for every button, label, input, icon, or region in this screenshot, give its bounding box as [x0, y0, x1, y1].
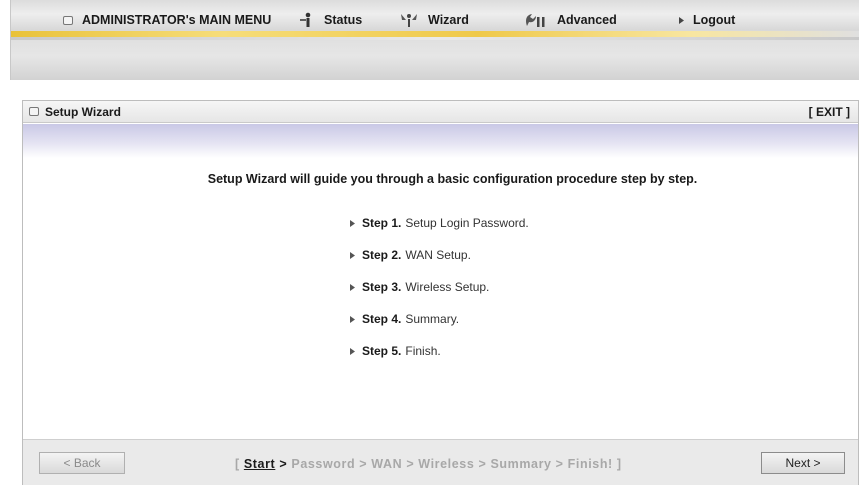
step-text: Finish.: [405, 344, 441, 358]
list-item: Step 5. Finish.: [350, 343, 529, 359]
panel-title: Setup Wizard: [29, 105, 121, 119]
setup-wizard-panel: Setup Wizard [ EXIT ] Setup Wizard will …: [22, 100, 859, 485]
progress-remaining-steps: Password > WAN > Wireless > Summary > Fi…: [287, 457, 622, 471]
next-button[interactable]: Next >: [761, 452, 845, 474]
intro-text: Setup Wizard will guide you through a ba…: [207, 172, 698, 186]
step-number: Step 5.: [362, 344, 402, 358]
step-number: Step 3.: [362, 280, 402, 294]
menu-wizard[interactable]: Wizard: [399, 11, 469, 29]
progress-current-step: Start: [243, 457, 276, 471]
step-number: Step 2.: [362, 248, 402, 262]
caret-right-icon: [350, 219, 355, 227]
list-item: Step 4. Summary.: [350, 311, 529, 327]
step-text: WAN Setup.: [405, 248, 471, 262]
step-number: Step 1.: [362, 216, 402, 230]
back-button[interactable]: < Back: [39, 452, 125, 474]
wizard-icon: [399, 12, 419, 28]
wizard-progress-breadcrumb: [ Start > Password > WAN > Wireless > Su…: [235, 457, 622, 471]
step-number: Step 4.: [362, 312, 402, 326]
box-icon: [63, 15, 73, 25]
menu-logout[interactable]: Logout: [679, 11, 735, 29]
steps-list: Step 1. Setup Login Password. Step 2. WA…: [350, 215, 529, 375]
caret-right-icon: [350, 283, 355, 291]
person-icon: [299, 12, 315, 28]
caret-right-icon: [350, 315, 355, 323]
menu-divider: [11, 37, 859, 40]
menu-status[interactable]: Status: [299, 11, 362, 29]
step-text: Summary.: [405, 312, 460, 326]
progress-open: [: [235, 457, 244, 471]
step-text: Setup Login Password.: [405, 216, 529, 230]
caret-right-icon: [350, 347, 355, 355]
list-item: Step 2. WAN Setup.: [350, 247, 529, 263]
menu-admin-main[interactable]: ADMINISTRATOR's MAIN MENU: [63, 11, 271, 29]
menu-admin-label: ADMINISTRATOR's MAIN MENU: [82, 13, 272, 27]
progress-separator: >: [275, 457, 288, 471]
tools-icon: [524, 12, 548, 28]
top-menu-bar: ADMINISTRATOR's MAIN MENU Status Wizard …: [10, 0, 859, 80]
box-icon: [29, 105, 39, 119]
exit-link[interactable]: [ EXIT ]: [809, 105, 850, 119]
menu-status-label: Status: [324, 13, 363, 27]
menu-advanced-label: Advanced: [557, 13, 617, 27]
header-band: [23, 124, 858, 158]
caret-right-icon: [350, 251, 355, 259]
main-menu: ADMINISTRATOR's MAIN MENU Status Wizard …: [11, 0, 859, 34]
menu-wizard-label: Wizard: [428, 13, 469, 27]
panel-title-text: Setup Wizard: [45, 105, 121, 119]
step-text: Wireless Setup.: [405, 280, 490, 294]
caret-right-icon: [679, 16, 684, 24]
panel-header: Setup Wizard [ EXIT ]: [23, 101, 858, 123]
list-item: Step 3. Wireless Setup.: [350, 279, 529, 295]
list-item: Step 1. Setup Login Password.: [350, 215, 529, 231]
menu-logout-label: Logout: [693, 13, 736, 27]
wizard-footer: < Back [ Start > Password > WAN > Wirele…: [23, 439, 858, 485]
menu-advanced[interactable]: Advanced: [524, 11, 617, 29]
